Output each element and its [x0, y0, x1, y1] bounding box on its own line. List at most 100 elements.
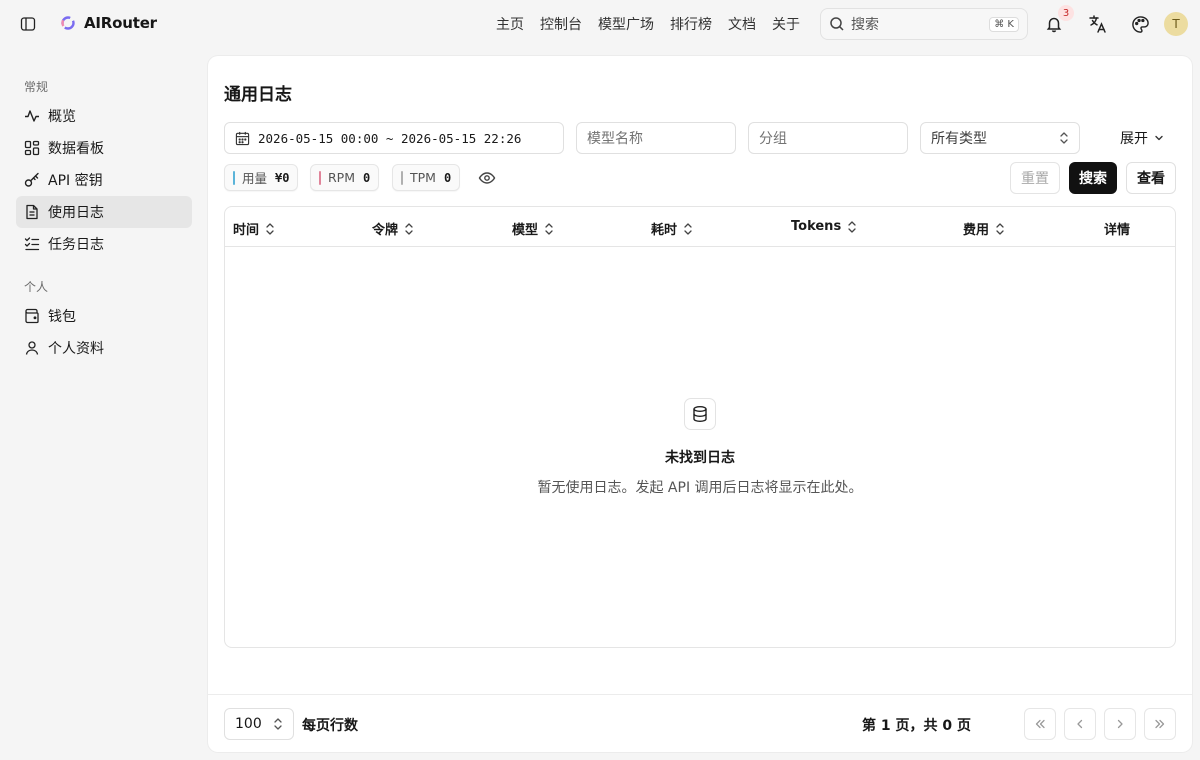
chevron-up-down-icon	[274, 718, 282, 730]
column-label: 模型	[512, 223, 539, 238]
table-header: 时间 令牌 模型 耗时 Tokens 费用 详情	[225, 207, 1175, 247]
eye-icon[interactable]	[478, 169, 496, 187]
page-size-select[interactable]: 100	[224, 708, 294, 740]
last-page-button[interactable]	[1144, 708, 1176, 740]
sidebar-item-task-logs[interactable]: 任务日志	[16, 228, 192, 260]
rpm-bar	[319, 170, 321, 185]
nav-models[interactable]: 模型广场	[598, 14, 654, 34]
sidebar-item-label: 概览	[48, 109, 76, 125]
chevrons-left-icon	[1035, 719, 1045, 729]
search-placeholder: 搜索	[851, 17, 879, 33]
grid-icon	[24, 140, 40, 156]
date-range-value: 2026-05-15 00:00 ~ 2026-05-15 22:26	[258, 130, 522, 146]
search-shortcut: ⌘ K	[989, 16, 1019, 32]
log-type-value: 所有类型	[931, 131, 987, 147]
page-size-label: 每页行数	[302, 718, 358, 734]
top-bar: AIRouter 主页 控制台 模型广场 排行榜 文档 关于 搜索 ⌘ K 3 …	[0, 0, 1200, 48]
log-type-select[interactable]: 所有类型	[920, 122, 1080, 154]
empty-state-title: 未找到日志	[665, 450, 735, 466]
usage-label: 用量	[242, 171, 268, 186]
tpm-stat: TPM 0	[392, 164, 461, 191]
next-page-button[interactable]	[1104, 708, 1136, 740]
expand-filters-button[interactable]: 展开	[1120, 128, 1164, 148]
sidebar-toggle-icon[interactable]	[18, 14, 38, 34]
column-label: 详情	[1104, 223, 1131, 238]
chevron-down-icon	[1155, 135, 1163, 141]
sidebar-item-label: 任务日志	[48, 237, 104, 253]
sidebar-section-personal: 个人	[24, 280, 49, 294]
activity-icon	[25, 110, 39, 122]
calendar-icon	[235, 131, 250, 145]
column-header-cost[interactable]: 费用	[963, 219, 1005, 238]
usage-stat: 用量 ¥0	[224, 164, 299, 191]
model-name-placeholder: 模型名称	[587, 131, 643, 147]
column-header-latency[interactable]: 耗时	[651, 219, 693, 238]
page-info: 第 1 页，共 0 页	[862, 718, 971, 734]
sidebar-item-wallet[interactable]: 钱包	[16, 300, 192, 332]
sort-icon	[266, 222, 274, 235]
first-page-button[interactable]	[1024, 708, 1056, 740]
top-nav: 主页 控制台 模型广场 排行榜 文档 关于	[496, 14, 816, 34]
sidebar-item-label: 个人资料	[48, 341, 104, 357]
pagination-bar: 100 每页行数 第 1 页，共 0 页	[208, 694, 1192, 752]
nav-about[interactable]: 关于	[772, 14, 800, 34]
search-icon	[830, 17, 844, 31]
sidebar-item-profile[interactable]: 个人资料	[16, 332, 192, 364]
group-input[interactable]: 分组	[748, 122, 908, 154]
chevron-up-down-icon	[1060, 132, 1068, 144]
translate-icon[interactable]	[1087, 13, 1109, 35]
rpm-label: RPM	[328, 170, 356, 185]
list-check-icon	[24, 237, 40, 251]
sort-icon	[405, 222, 413, 235]
rpm-value: 0	[363, 170, 371, 185]
palette-icon[interactable]	[1129, 13, 1151, 35]
column-header-time[interactable]: 时间	[233, 219, 275, 238]
brand-name[interactable]: AIRouter	[84, 14, 157, 32]
chevron-left-icon	[1077, 719, 1083, 729]
prev-page-button[interactable]	[1064, 708, 1096, 740]
expand-label: 展开	[1120, 131, 1148, 147]
column-label: 费用	[963, 223, 990, 238]
sidebar-item-label: 使用日志	[48, 205, 104, 221]
column-label: 耗时	[651, 223, 678, 238]
tpm-value: 0	[443, 170, 452, 185]
column-header-tokens[interactable]: Tokens	[791, 219, 857, 234]
chevron-right-icon	[1117, 719, 1123, 729]
logs-table: 时间 令牌 模型 耗时 Tokens 费用 详情 未找到日志 暂无使用日志。发起…	[224, 206, 1176, 648]
sort-icon	[996, 222, 1004, 235]
model-name-input[interactable]: 模型名称	[576, 122, 736, 154]
sidebar-item-overview[interactable]: 概览	[16, 100, 192, 132]
sidebar-item-api-keys[interactable]: API 密钥	[16, 164, 192, 196]
brand-logo-icon	[61, 16, 75, 30]
sort-icon	[848, 220, 856, 233]
sidebar-item-usage-logs[interactable]: 使用日志	[16, 196, 192, 228]
avatar[interactable]: T	[1164, 12, 1188, 36]
date-range-picker[interactable]: 2026-05-15 00:00 ~ 2026-05-15 22:26	[224, 122, 564, 154]
nav-leaderboard[interactable]: 排行榜	[670, 14, 712, 34]
sidebar-item-dashboard[interactable]: 数据看板	[16, 132, 192, 164]
tpm-bar	[401, 170, 403, 185]
key-icon	[24, 172, 39, 187]
group-placeholder: 分组	[759, 131, 787, 147]
sidebar-item-label: API 密钥	[48, 173, 103, 189]
page-size-value: 100	[235, 716, 262, 732]
nav-docs[interactable]: 文档	[728, 14, 756, 34]
sidebar-item-label: 钱包	[48, 309, 76, 325]
chevrons-right-icon	[1155, 719, 1165, 729]
nav-console[interactable]: 控制台	[540, 14, 582, 34]
column-label: Tokens	[791, 219, 842, 234]
column-label: 令牌	[372, 223, 399, 238]
view-button[interactable]: 查看	[1126, 162, 1176, 194]
search-button[interactable]: 搜索	[1069, 162, 1117, 194]
column-header-model[interactable]: 模型	[512, 219, 554, 238]
page-title: 通用日志	[224, 85, 292, 105]
wallet-icon	[25, 308, 39, 324]
column-label: 时间	[233, 223, 260, 238]
nav-home[interactable]: 主页	[496, 14, 524, 34]
notification-badge: 3	[1058, 5, 1074, 21]
user-icon	[25, 341, 39, 355]
column-header-token[interactable]: 令牌	[372, 219, 414, 238]
reset-button[interactable]: 重置	[1010, 162, 1060, 194]
search-input[interactable]: 搜索 ⌘ K	[820, 8, 1028, 40]
sidebar-item-label: 数据看板	[48, 141, 104, 157]
